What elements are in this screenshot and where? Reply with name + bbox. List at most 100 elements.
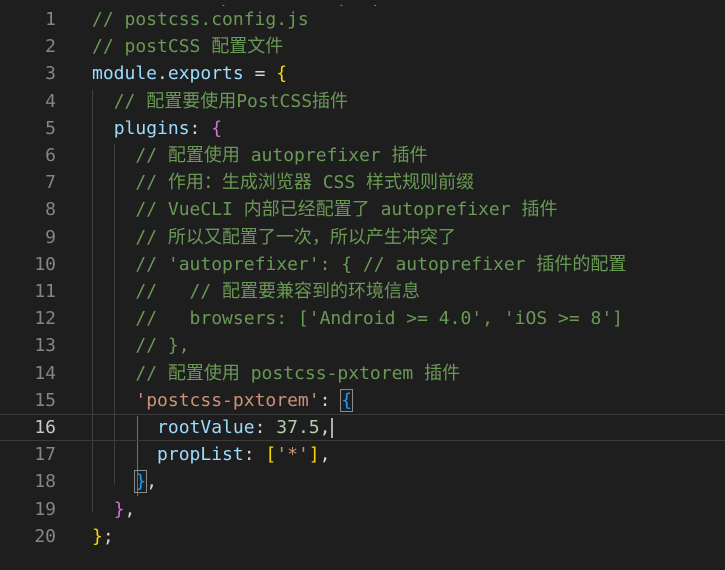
line-number: 18: [34, 471, 56, 493]
line-number: 5: [45, 117, 56, 139]
code-token: // 所以又配置了一次，所以产生冲突了: [135, 226, 456, 248]
code-token: exports: [167, 63, 244, 85]
code-text[interactable]: // 配置使用 postcss-pxtorem 插件: [92, 360, 460, 387]
code-line[interactable]: 14 // 配置使用 postcss-pxtorem 插件: [0, 360, 725, 387]
code-text[interactable]: };: [92, 523, 114, 550]
code-line[interactable]: 2 // postCSS 配置文件: [0, 33, 725, 60]
code-text[interactable]: // // 配置要兼容到的环境信息: [92, 278, 420, 305]
text-cursor: [331, 418, 334, 438]
code-line[interactable]: 5 plugins: {: [0, 115, 725, 142]
code-line[interactable]: 6 // 配置使用 autoprefixer 插件: [0, 142, 725, 169]
line-number: 15: [34, 389, 56, 411]
code-text[interactable]: // browsers: ['Android >= 4.0', 'iOS >= …: [92, 305, 623, 332]
line-number: 16: [34, 417, 56, 438]
code-text[interactable]: // 作用：生成浏览器 CSS 样式规则前缀: [92, 169, 474, 196]
line-number: 13: [34, 335, 56, 357]
line-number: 19: [34, 498, 56, 520]
code-token: }: [113, 498, 125, 520]
code-text[interactable]: module.exports = {: [92, 60, 287, 87]
code-text[interactable]: // 配置要使用PostCSS插件: [92, 88, 348, 115]
code-token: {: [211, 117, 223, 139]
code-text[interactable]: // postcss.config.js: [92, 6, 309, 33]
code-token: // 配置要使用PostCSS插件: [113, 90, 349, 112]
line-number: 6: [45, 145, 56, 166]
code-token: ,: [146, 471, 158, 493]
line-number: 9: [45, 226, 56, 248]
code-token: '*': [276, 444, 309, 466]
code-token: }: [134, 470, 148, 494]
code-token: {: [340, 388, 354, 412]
code-line[interactable]: 19 },: [0, 496, 725, 523]
code-text[interactable]: // 配置使用 autoprefixer 插件: [92, 142, 428, 169]
code-text[interactable]: // postCSS 配置文件: [92, 33, 283, 60]
code-token: // postcss.config.js: [92, 9, 309, 30]
code-text[interactable]: // 'autoprefixer': { // autoprefixer 插件的…: [92, 251, 626, 278]
code-token: propList: [157, 444, 244, 466]
code-line[interactable]: 1 // postcss.config.js: [0, 6, 725, 33]
line-number: 1: [45, 9, 56, 30]
code-token: // 作用：生成浏览器 CSS 样式规则前缀: [135, 172, 475, 194]
line-number: 2: [45, 36, 56, 58]
line-number: 11: [34, 281, 56, 302]
code-line[interactable]: 15 'postcss-pxtorem': {: [0, 387, 725, 414]
code-text[interactable]: },: [92, 468, 157, 495]
code-token: {: [276, 63, 288, 85]
code-token: [: [265, 444, 277, 466]
code-token: // 配置使用 postcss-pxtorem 插件: [135, 362, 461, 384]
code-text[interactable]: },: [92, 496, 136, 523]
code-line[interactable]: 18 },: [0, 468, 725, 495]
code-text[interactable]: // 所以又配置了一次，所以产生冲突了: [92, 224, 456, 251]
code-line[interactable]: 10 // 'autoprefixer': { // autoprefixer …: [0, 251, 725, 278]
code-text[interactable]: 'postcss-pxtorem': {: [92, 387, 354, 414]
code-text[interactable]: plugins: {: [92, 115, 222, 142]
line-number: 12: [34, 308, 56, 330]
code-line[interactable]: 7 // 作用：生成浏览器 CSS 样式规则前缀: [0, 169, 725, 196]
code-line[interactable]: 4 // 配置要使用PostCSS插件: [0, 88, 725, 115]
line-number: 20: [34, 525, 56, 547]
code-token: ,: [124, 498, 136, 520]
code-text[interactable]: // VueCLI 内部已经配置了 autoprefixer 插件: [92, 196, 557, 223]
code-line[interactable]: 8 // VueCLI 内部已经配置了 autoprefixer 插件: [0, 196, 725, 223]
code-line[interactable]: 13 // },: [0, 332, 725, 359]
code-token: // 'autoprefixer': { // autoprefixer 插件的…: [135, 253, 627, 275]
code-text[interactable]: rootValue: 37.5,: [92, 415, 334, 440]
line-number: 4: [45, 90, 56, 112]
code-line[interactable]: 20};: [0, 523, 725, 550]
code-line[interactable]: 11 // // 配置要兼容到的环境信息: [0, 278, 725, 305]
line-number: 3: [45, 63, 56, 85]
code-token: // VueCLI 内部已经配置了 autoprefixer 插件: [135, 199, 558, 221]
code-line[interactable]: 16 rootValue: 37.5,: [0, 414, 725, 441]
code-token: // // 配置要兼容到的环境信息: [135, 281, 421, 302]
code-token: plugins: [113, 117, 190, 139]
code-text[interactable]: // },: [92, 332, 189, 359]
code-token: :: [254, 417, 277, 438]
code-editor[interactable]: , , , 1 // postcss.config.js 2 // postCSS 配…: [0, 0, 725, 570]
code-token: :: [189, 117, 212, 139]
code-text[interactable]: propList: ['*'],: [92, 441, 330, 468]
code-token: .: [157, 63, 168, 85]
code-line[interactable]: 9 // 所以又配置了一次，所以产生冲突了: [0, 224, 725, 251]
code-line[interactable]: 17 propList: ['*'],: [0, 441, 725, 468]
code-token: ,: [319, 444, 331, 466]
code-token: // browsers: ['Android >= 4.0', 'iOS >= …: [135, 308, 624, 330]
code-line[interactable]: 3 module.exports = {: [0, 60, 725, 87]
code-line[interactable]: 12 // browsers: ['Android >= 4.0', 'iOS …: [0, 305, 725, 332]
code-token: =: [243, 63, 277, 85]
code-token: // postCSS 配置文件: [92, 36, 284, 58]
line-number: 8: [45, 199, 56, 221]
code-token: module: [92, 63, 158, 85]
code-token: // 配置使用 autoprefixer 插件: [135, 145, 428, 166]
code-token: :: [243, 444, 266, 466]
